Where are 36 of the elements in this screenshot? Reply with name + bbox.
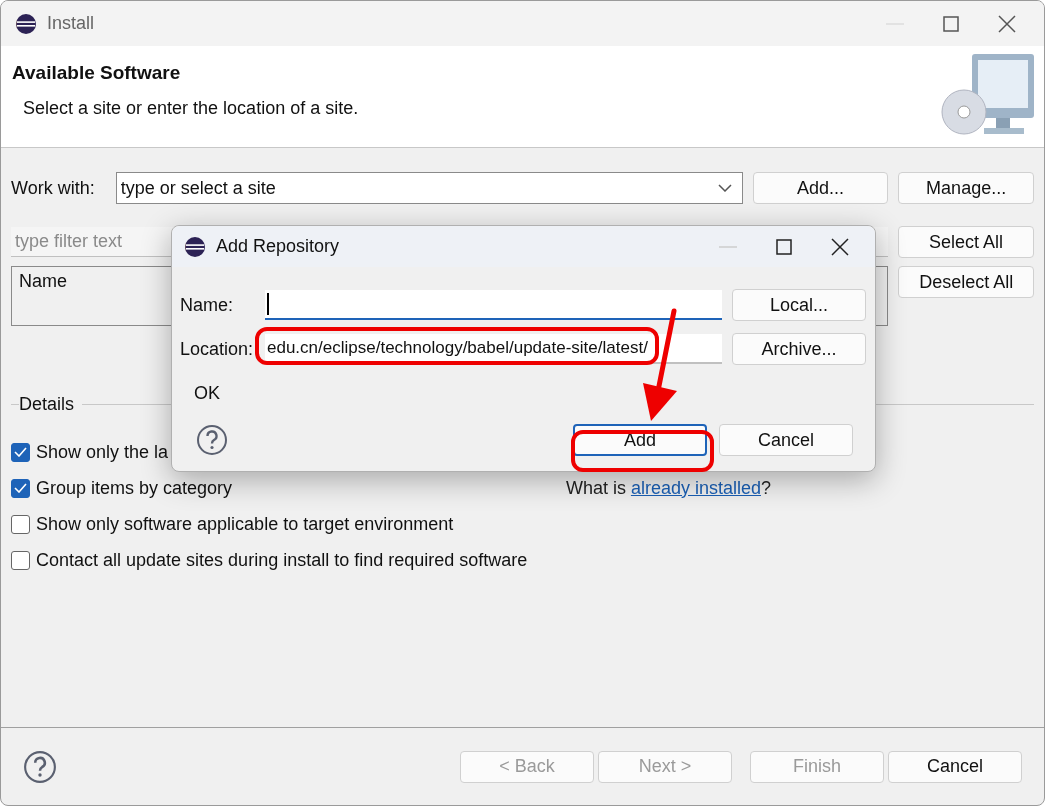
field-label: Name: <box>180 294 234 316</box>
details-label: Details <box>19 394 76 415</box>
installed-note: What is already installed? <box>565 477 771 499</box>
dialog-title: Add Repository <box>216 236 341 257</box>
checkbox[interactable] <box>11 478 30 498</box>
status-text: OK <box>193 382 221 405</box>
manage-button[interactable]: Manage... <box>898 172 1034 204</box>
select-all-button[interactable]: Select All <box>898 226 1034 258</box>
checkbox[interactable] <box>11 442 30 462</box>
eclipse-logo-icon <box>184 235 206 258</box>
eclipse-logo-icon <box>15 12 37 35</box>
field-label: Location: <box>180 338 255 360</box>
checkbox[interactable] <box>11 550 30 570</box>
option-label: Show only the la <box>36 441 169 463</box>
page-description: Select a site or enter the location of a site. <box>22 98 360 119</box>
option-label: Show only software applicable to target environment <box>36 513 454 535</box>
help-icon[interactable] <box>23 749 57 784</box>
deselect-all-button[interactable]: Deselect All <box>898 266 1034 298</box>
browse-button[interactable]: Local... <box>732 289 866 321</box>
column-header[interactable]: Name <box>19 271 67 291</box>
option-label: Group items by category <box>36 477 233 499</box>
cancel-button[interactable]: Cancel <box>719 424 853 456</box>
text-field[interactable]: edu.cn/eclipse/technology/babel/update-site/latest/ <box>265 334 722 364</box>
add-site-button[interactable]: Add... <box>752 172 889 204</box>
option-label: Contact all update sites during install to find required software <box>36 549 528 571</box>
site-combo-box[interactable]: type or select a site <box>115 172 743 204</box>
work-with-label: Work with: <box>11 177 96 199</box>
text-field[interactable] <box>265 290 722 320</box>
checkbox[interactable] <box>11 514 30 534</box>
help-icon[interactable] <box>196 424 228 456</box>
page-title: Available Software <box>12 62 182 84</box>
browse-button[interactable]: Archive... <box>732 333 866 365</box>
installed-link[interactable]: already installed <box>630 477 761 498</box>
chevron-down-icon <box>717 184 732 192</box>
wizard-button[interactable]: Cancel <box>888 750 1022 783</box>
window-title: Install <box>47 13 96 34</box>
